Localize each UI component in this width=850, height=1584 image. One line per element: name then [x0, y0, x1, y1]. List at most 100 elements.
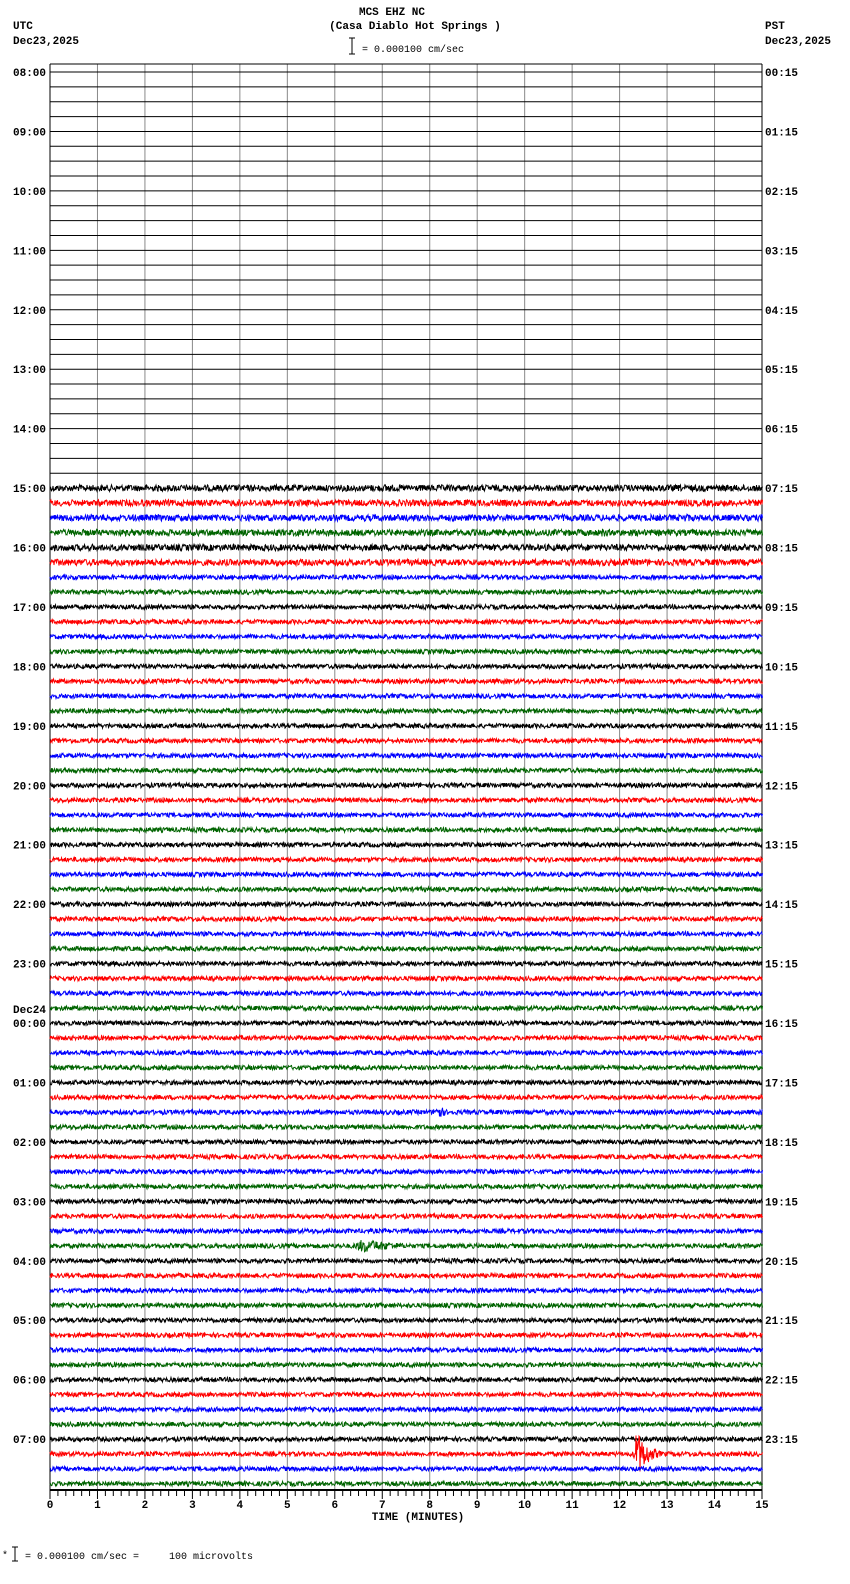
x-tick-label: 8 — [426, 1500, 433, 1512]
seismic-trace — [49, 870, 763, 879]
pst-hour-label: 13:15 — [765, 841, 798, 853]
utc-hour-label: 12:00 — [13, 306, 46, 318]
chart-title: MCS EHZ NC — [359, 7, 425, 19]
pst-hour-label: 03:15 — [765, 246, 798, 258]
utc-hour-label: 04:00 — [13, 1257, 46, 1269]
pst-hour-label: 12:15 — [765, 781, 798, 793]
pst-hour-label: 17:15 — [765, 1078, 798, 1090]
utc-hour-label: 15:00 — [13, 484, 46, 496]
seismic-trace — [49, 1434, 763, 1444]
utc-hour-label: 09:00 — [13, 127, 46, 139]
left-timezone: UTC — [13, 21, 33, 33]
seismic-trace — [49, 1182, 763, 1191]
seismic-trace — [49, 1479, 763, 1488]
pst-hour-label: 07:15 — [765, 484, 798, 496]
footer-marker: * — [2, 1550, 8, 1562]
seismic-trace — [49, 632, 763, 641]
pst-hour-label: 10:15 — [765, 662, 798, 674]
pst-hour-label: 08:15 — [765, 544, 798, 556]
x-tick-label: 11 — [566, 1500, 580, 1512]
x-tick-label: 15 — [755, 1500, 769, 1512]
seismic-trace — [49, 899, 763, 909]
utc-hour-label: 21:00 — [13, 841, 46, 853]
utc-hour-label: 20:00 — [13, 781, 46, 793]
utc-hour-label: 07:00 — [13, 1435, 46, 1447]
utc-hour-label: 06:00 — [13, 1376, 46, 1388]
seismic-trace — [49, 587, 763, 597]
seismic-trace — [49, 1316, 763, 1325]
seismic-trace — [49, 1464, 763, 1473]
utc-hour-label: 01:00 — [13, 1078, 46, 1090]
x-tick-label: 7 — [379, 1500, 386, 1512]
seismic-trace — [49, 677, 763, 686]
pst-hour-label: 01:15 — [765, 127, 798, 139]
x-tick-label: 6 — [331, 1500, 338, 1512]
x-tick-label: 13 — [660, 1500, 674, 1512]
seismic-trace — [49, 483, 763, 494]
seismic-trace — [49, 691, 763, 701]
seismic-trace — [49, 1239, 763, 1253]
pst-hour-label: 06:15 — [765, 425, 798, 437]
seismic-trace — [49, 573, 763, 582]
utc-hour-label: 22:00 — [13, 900, 46, 912]
x-tick-label: 0 — [47, 1500, 54, 1512]
seismic-trace — [49, 1360, 763, 1370]
pst-hour-label: 16:15 — [765, 1019, 798, 1031]
utc-hour-label: 08:00 — [13, 68, 46, 80]
x-tick-label: 9 — [474, 1500, 481, 1512]
pst-hour-label: 00:15 — [765, 68, 798, 80]
helicorder-chart: MCS EHZ NC (Casa Diablo Hot Springs ) UT… — [2, 7, 831, 1563]
seismic-trace — [49, 512, 763, 523]
pst-hour-label: 23:15 — [765, 1435, 798, 1447]
seismic-trace — [49, 542, 763, 553]
seismic-trace — [49, 617, 763, 627]
seismic-trace — [49, 1375, 763, 1384]
seismic-trace — [49, 1018, 763, 1028]
date-change-label: Dec24 — [13, 1005, 46, 1017]
pst-hour-label: 21:15 — [765, 1316, 798, 1328]
traces — [49, 71, 763, 1488]
seismic-trace — [49, 1211, 763, 1221]
seismic-trace — [49, 1197, 763, 1206]
pst-hour-label: 20:15 — [765, 1257, 798, 1269]
utc-hour-label: 14:00 — [13, 425, 46, 437]
seismic-trace — [49, 1137, 763, 1146]
seismic-trace — [49, 810, 763, 820]
pst-hour-label: 05:15 — [765, 365, 798, 377]
seismic-trace — [49, 1345, 763, 1355]
seismic-trace — [49, 557, 763, 568]
right-date: Dec23,2025 — [765, 36, 831, 48]
seismic-trace — [49, 1226, 763, 1236]
seismic-trace — [49, 602, 763, 612]
seismic-trace — [49, 825, 763, 835]
footer-scale-label: = 0.000100 cm/sec = 100 microvolts — [25, 1551, 253, 1563]
seismic-trace — [49, 989, 763, 998]
seismic-trace — [50, 944, 763, 953]
x-tick-label: 10 — [518, 1500, 531, 1512]
seismic-trace — [49, 1330, 763, 1340]
seismic-trace — [49, 1286, 763, 1295]
station-name: (Casa Diablo Hot Springs ) — [329, 21, 501, 33]
seismic-trace — [49, 1420, 763, 1429]
pst-hour-label: 04:15 — [765, 306, 798, 318]
scale-bar-icon — [349, 37, 355, 55]
x-tick-label: 14 — [708, 1500, 722, 1512]
utc-hour-label: 19:00 — [13, 722, 46, 734]
scale-label: = 0.000100 cm/sec — [362, 44, 464, 56]
utc-hour-label: 16:00 — [13, 544, 46, 556]
pst-hour-label: 22:15 — [765, 1376, 798, 1388]
seismic-trace — [49, 840, 763, 849]
seismic-trace — [49, 929, 763, 939]
utc-hour-label: 05:00 — [13, 1316, 46, 1328]
footer-scale-bar-icon — [12, 1546, 18, 1562]
seismic-trace — [49, 1093, 763, 1102]
seismic-trace — [49, 974, 763, 983]
pst-hour-label: 15:15 — [765, 960, 798, 972]
utc-hour-label: 13:00 — [13, 365, 46, 377]
utc-hour-label: 11:00 — [13, 246, 46, 258]
x-axis-title: TIME (MINUTES) — [372, 1512, 464, 1524]
x-tick-label: 12 — [613, 1500, 626, 1512]
seismic-trace — [49, 647, 763, 656]
utc-hour-label: 17:00 — [13, 603, 46, 615]
utc-hour-label: 23:00 — [13, 960, 46, 972]
